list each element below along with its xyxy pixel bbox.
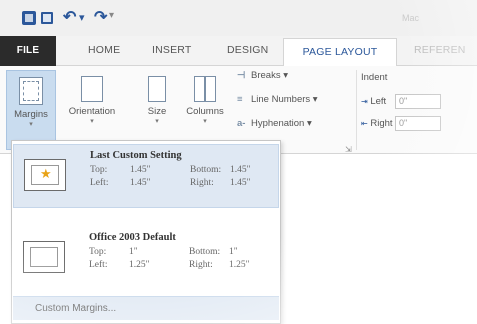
line-numbers-button[interactable]: ≡ Line Numbers ▾ [237,94,318,105]
ribbon-tab-bar: FILE HOME INSERT DESIGN PAGE LAYOUT REFE… [0,36,477,67]
tab-insert[interactable]: INSERT [152,44,192,56]
custom-margins-menu-item[interactable]: Custom Margins... [13,296,279,320]
indent-left-label: Left [370,96,387,107]
tab-page-layout[interactable]: PAGE LAYOUT [283,38,397,67]
orientation-button[interactable]: Orientation ▾ [62,76,122,125]
indent-heading: Indent [361,72,388,83]
chevron-down-icon: ▾ [29,121,33,128]
undo-dropdown-icon[interactable]: ▾ [79,11,85,24]
chevron-down-icon: ▾ [155,118,159,125]
columns-label: Columns [186,106,224,117]
tab-references[interactable]: REFEREN [414,44,466,56]
group-divider [356,70,357,150]
margins-dropdown-menu: ★ Last Custom Setting Top: 1.45" Bottom:… [11,140,281,324]
indent-right-icon: ⇤ [361,119,368,128]
indent-left-field[interactable]: 0" [395,94,441,109]
quick-access-toolbar: ↶ ▾ ↷ ▾ Mac [0,0,477,36]
page-setup-launcher-icon[interactable]: ⇲ [345,145,352,154]
tab-design[interactable]: DESIGN [227,44,268,56]
hyphenation-button[interactable]: a- Hyphenation ▾ [237,118,312,129]
size-label: Size [147,106,167,117]
margins-icon [19,77,43,105]
chevron-down-icon: ▾ [90,118,94,125]
margins-label: Margins [14,109,48,120]
word-app-icon[interactable] [22,11,36,25]
breaks-button[interactable]: ⊣ Breaks ▾ [237,70,288,81]
line-numbers-icon: ≡ [237,94,243,105]
hyphenation-icon: a- [237,118,246,129]
option-title: Office 2003 Default [89,232,176,243]
tab-file[interactable]: FILE [0,36,56,66]
margin-preview-icon: ★ [24,159,66,191]
hyphenation-label: Hyphenation [251,118,305,129]
indent-right-row: ⇤ Right 0" [361,116,441,131]
redo-icon[interactable]: ↷ [94,7,107,26]
indent-left-row: ⇥ Left 0" [361,94,441,109]
line-numbers-label: Line Numbers [251,94,311,105]
size-button[interactable]: Size ▾ [139,76,175,125]
margins-button[interactable]: Margins ▾ [6,70,56,150]
tab-home[interactable]: HOME [88,44,120,56]
orientation-icon [81,76,103,102]
breaks-label: Breaks [251,70,281,81]
customize-toolbar-icon[interactable]: ▾ [109,10,114,24]
option-title: Last Custom Setting [90,150,182,161]
indent-left-icon: ⇥ [361,97,368,106]
columns-icon [194,76,216,102]
columns-button[interactable]: Columns ▾ [180,76,230,125]
margin-preview-icon [23,241,65,273]
undo-icon[interactable]: ↶ [63,7,76,26]
size-icon [148,76,166,102]
indent-right-label: Right [370,118,393,129]
chevron-down-icon: ▾ [203,118,207,125]
breaks-icon: ⊣ [237,70,246,81]
window-title: Mac [402,13,420,23]
margin-option-office-2003[interactable]: Office 2003 Default Top: 1" Bottom: 1" L… [13,227,279,291]
margin-option-last-custom[interactable]: ★ Last Custom Setting Top: 1.45" Bottom:… [13,144,279,208]
star-icon: ★ [40,166,52,181]
save-icon[interactable] [41,12,53,24]
orientation-label: Orientation [68,106,116,117]
indent-right-field[interactable]: 0" [395,116,441,131]
